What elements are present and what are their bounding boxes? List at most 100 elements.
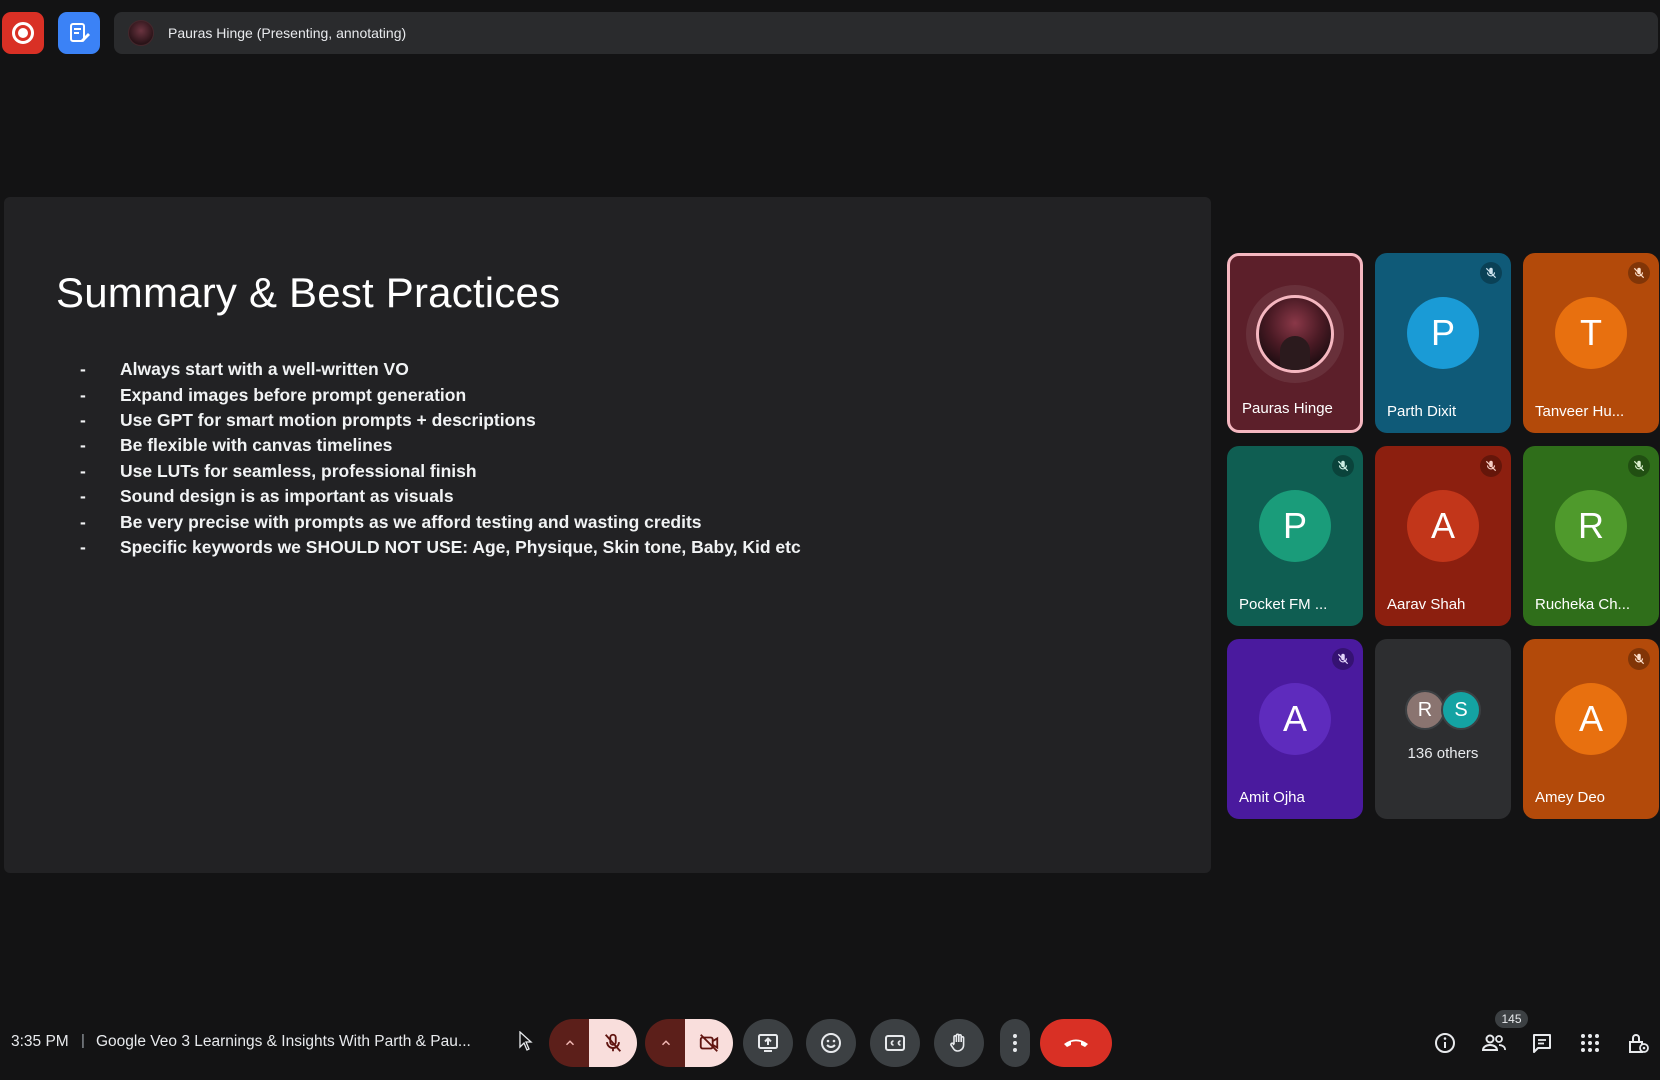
recording-button[interactable] [2, 12, 44, 54]
participant-name: Tanveer Hu... [1535, 403, 1625, 420]
mouse-pointer-icon [519, 1031, 533, 1051]
microphone-toggle-button[interactable] [589, 1019, 637, 1067]
activities-button[interactable] [1577, 1030, 1603, 1056]
host-controls-icon [1629, 1034, 1649, 1053]
bullet-marker: - [80, 384, 86, 405]
present-screen-button[interactable] [743, 1019, 793, 1067]
chevron-up-icon [661, 1040, 671, 1046]
info-icon [1435, 1033, 1455, 1053]
participant-tile-tanveer[interactable]: T Tanveer Hu... [1523, 253, 1659, 433]
meeting-title[interactable]: Google Veo 3 Learnings & Insights With P… [96, 1033, 471, 1051]
bullet-text: Specific keywords we SHOULD NOT USE: Age… [120, 536, 801, 557]
profile-photo [1246, 285, 1344, 383]
bullet-text: Be flexible with canvas timelines [120, 435, 393, 456]
participant-avatar: P [1259, 490, 1331, 562]
others-count: 136 others [1407, 745, 1479, 762]
participant-name: Pocket FM ... [1239, 596, 1328, 613]
participant-tile-parth-dixit[interactable]: P Parth Dixit [1375, 253, 1511, 433]
slide-bullet-list: - Always start with a well-written VO - Ex… [80, 357, 801, 560]
reactions-button[interactable] [806, 1019, 856, 1067]
bullet-marker: - [80, 536, 86, 557]
others-avatars: R S [1405, 690, 1481, 730]
bullet-marker: - [80, 435, 86, 456]
presenter-status: Pauras Hinge (Presenting, annotating) [168, 25, 407, 41]
people-icon [1481, 1034, 1506, 1051]
bullet-text: Be very precise with prompts as we affor… [120, 511, 702, 532]
slide-title: Summary & Best Practices [56, 269, 561, 316]
bullet-marker: - [80, 359, 86, 380]
participant-avatar: R [1555, 490, 1627, 562]
apps-grid-icon [1581, 1034, 1599, 1052]
presenter-avatar [128, 20, 154, 46]
participant-avatar: A [1555, 683, 1627, 755]
participant-name: Amey Deo [1535, 789, 1606, 806]
raise-hand-button[interactable] [934, 1019, 984, 1067]
host-controls-button[interactable] [1625, 1030, 1651, 1056]
presenter-banner[interactable]: Pauras Hinge (Presenting, annotating) [114, 12, 1658, 54]
mic-off-icon [1332, 648, 1354, 670]
notes-icon [70, 23, 90, 42]
more-options-button[interactable] [1000, 1019, 1030, 1067]
participant-name: Aarav Shah [1387, 596, 1466, 613]
notes-button[interactable] [58, 12, 100, 54]
mic-off-icon [1628, 262, 1650, 284]
bullet-text: Always start with a well-written VO [120, 359, 409, 380]
record-icon [12, 22, 34, 44]
bullet-text: Expand images before prompt generation [120, 384, 467, 405]
mic-off-icon [1628, 648, 1650, 670]
bullet-marker: - [80, 409, 86, 430]
bullet-text: Use LUTs for seamless, professional fini… [120, 460, 477, 481]
participant-tile-amey-deo[interactable]: A Amey Deo [1523, 639, 1659, 819]
participant-avatar: P [1407, 297, 1479, 369]
present-screen-icon [758, 1034, 778, 1052]
others-tile[interactable]: R S 136 others [1375, 639, 1511, 819]
slide-bullet: - Sound design is as important as visuals [80, 484, 801, 509]
participant-name: Amit Ojha [1239, 789, 1305, 806]
camera-toggle-button[interactable] [685, 1019, 733, 1067]
participant-tile-amit-ojha[interactable]: A Amit Ojha [1227, 639, 1363, 819]
participant-name: Pauras Hinge [1242, 400, 1333, 417]
participant-name: Parth Dixit [1387, 403, 1457, 420]
emoji-icon [821, 1033, 841, 1053]
participant-name: Rucheka Ch... [1535, 596, 1631, 613]
other-participant-avatar: S [1441, 690, 1481, 730]
camera-off-icon [699, 1034, 719, 1052]
slide-bullet: - Be very precise with prompts as we affo… [80, 509, 801, 534]
chat-button[interactable] [1529, 1030, 1555, 1056]
presentation-slide[interactable]: Summary & Best Practices - Always start w… [4, 197, 1211, 873]
mic-off-icon [1628, 455, 1650, 477]
captions-button[interactable] [870, 1019, 920, 1067]
bullet-marker: - [80, 460, 86, 481]
mic-off-icon [1480, 262, 1502, 284]
mic-off-icon [1480, 455, 1502, 477]
slide-bullet: - Always start with a well-written VO [80, 357, 801, 382]
bullet-marker: - [80, 511, 86, 532]
participant-tile-pauras-hinge[interactable]: Pauras Hinge [1227, 253, 1363, 433]
video-settings-button[interactable] [645, 1019, 687, 1067]
audio-settings-button[interactable] [549, 1019, 591, 1067]
other-participant-avatar: R [1405, 690, 1445, 730]
mic-off-icon [1332, 455, 1354, 477]
bullet-text: Use GPT for smart motion prompts + descr… [120, 409, 536, 430]
people-count-badge: 145 [1495, 1010, 1528, 1028]
bullet-text: Sound design is as important as visuals [120, 486, 454, 507]
meeting-clock: 3:35 PM [11, 1033, 69, 1050]
people-button[interactable] [1481, 1030, 1507, 1056]
slide-bullet: - Use GPT for smart motion prompts + desc… [80, 408, 801, 433]
meeting-details-button[interactable] [1432, 1030, 1458, 1056]
raise-hand-icon [950, 1033, 965, 1052]
slide-bullet: - Be flexible with canvas timelines [80, 433, 801, 458]
top-bar: Pauras Hinge (Presenting, annotating) [0, 0, 1660, 64]
more-vert-icon [1013, 1034, 1017, 1052]
mic-off-icon [604, 1033, 622, 1052]
slide-bullet: - Use LUTs for seamless, professional fin… [80, 459, 801, 484]
divider: | [81, 1032, 85, 1049]
captions-icon [885, 1035, 905, 1051]
chevron-up-icon [565, 1040, 575, 1046]
leave-call-button[interactable] [1040, 1019, 1112, 1067]
participant-avatar: A [1407, 490, 1479, 562]
participant-avatar: A [1259, 683, 1331, 755]
participant-tile-pocket-fm[interactable]: P Pocket FM ... [1227, 446, 1363, 626]
participant-tile-rucheka[interactable]: R Rucheka Ch... [1523, 446, 1659, 626]
participant-tile-aarav-shah[interactable]: A Aarav Shah [1375, 446, 1511, 626]
